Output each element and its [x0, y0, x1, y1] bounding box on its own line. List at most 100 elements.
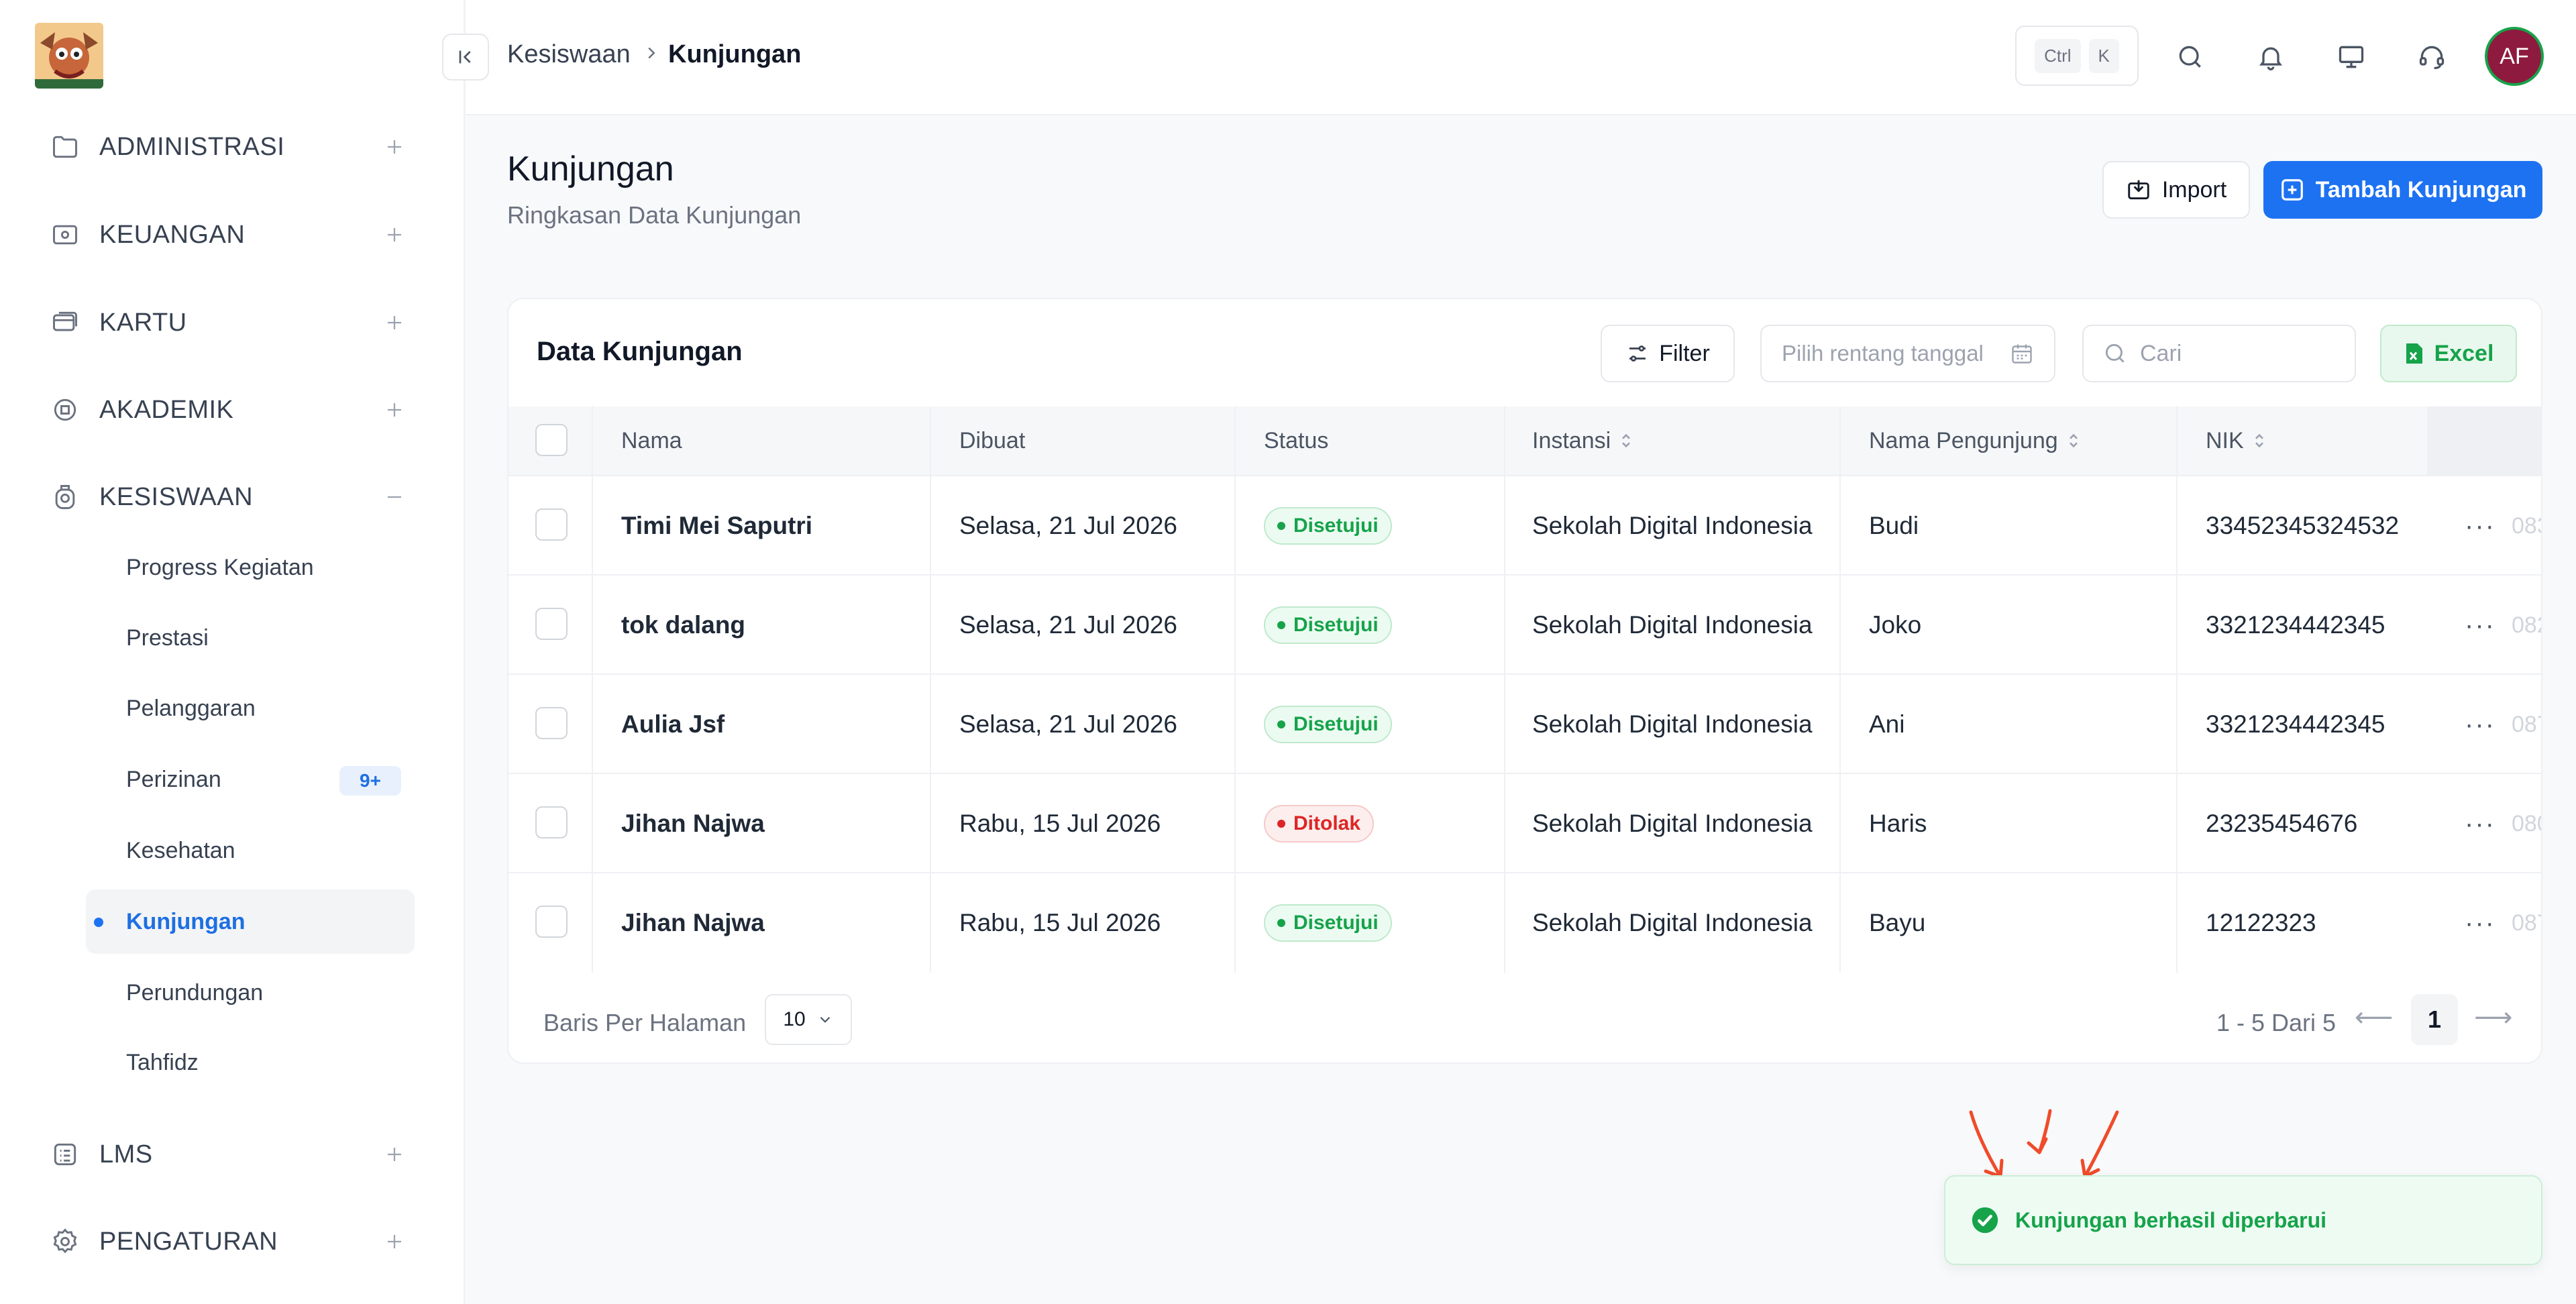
row-actions-more-icon[interactable]: ··· [2465, 774, 2496, 873]
status-label: Ditolak [1293, 812, 1361, 834]
cell-instansi: Sekolah Digital Indonesia [1532, 810, 1813, 837]
select-all-checkbox[interactable] [535, 424, 568, 456]
card-icon [47, 305, 83, 341]
cell-nik: 3321234442345 [2206, 710, 2385, 738]
sidebar-item-label: LMS [99, 1140, 153, 1169]
excel-export-button[interactable]: Excel [2380, 325, 2517, 382]
sort-icon [2069, 433, 2078, 448]
sidebar: ADMINISTRASI KEUANGAN KARTU AKADEMIK KES… [0, 0, 465, 1304]
search-input[interactable]: Cari [2082, 325, 2356, 382]
active-dot-icon [94, 918, 103, 927]
breadcrumb-kesiswaan[interactable]: Kesiswaan [507, 40, 631, 69]
excel-label: Excel [2434, 340, 2494, 366]
sidebar-subitem-pelanggaran[interactable]: Pelanggaran [86, 676, 415, 741]
school-logo[interactable] [35, 23, 103, 89]
search-icon[interactable] [2167, 34, 2214, 80]
table-row[interactable]: Aulia Jsf Selasa, 21 Jul 2026 Disetujui … [508, 673, 2541, 774]
sidebar-item-label: ADMINISTRASI [99, 132, 285, 161]
expand-plus-icon[interactable] [381, 133, 408, 160]
status-label: Disetujui [1293, 713, 1379, 735]
collapse-sidebar-button[interactable] [442, 34, 489, 80]
column-header-nik[interactable]: NIK [2206, 406, 2267, 475]
row-actions-more-icon[interactable]: ··· [2465, 675, 2496, 774]
sidebar-subitem-kunjungan[interactable]: Kunjungan [86, 889, 415, 954]
card-title: Data Kunjungan [537, 337, 743, 366]
sidebar-subitem-label: Progress Kegiatan [126, 554, 314, 580]
sidebar-item-administrasi[interactable]: ADMINISTRASI [40, 117, 416, 177]
import-button[interactable]: Import [2102, 161, 2250, 219]
prev-page-arrow-icon[interactable]: ⟵ [2355, 1002, 2393, 1033]
collapse-minus-icon[interactable] [381, 484, 408, 510]
status-label: Disetujui [1293, 614, 1379, 636]
next-page-arrow-icon[interactable]: ⟶ [2474, 1002, 2512, 1033]
sidebar-subitem-progress-kegiatan[interactable]: Progress Kegiatan [86, 535, 415, 600]
status-badge: Disetujui [1264, 507, 1392, 545]
column-header-instansi[interactable]: Instansi [1532, 406, 1633, 475]
import-label: Import [2161, 176, 2227, 203]
cell-dibuat: Rabu, 15 Jul 2026 [959, 909, 1161, 936]
expand-plus-icon[interactable] [381, 1141, 408, 1168]
filter-button[interactable]: Filter [1601, 325, 1735, 382]
sliders-icon [1629, 345, 1646, 362]
add-kunjungan-button[interactable]: Tambah Kunjungan [2263, 161, 2542, 219]
row-checkbox[interactable] [535, 608, 568, 640]
cell-instansi: Sekolah Digital Indonesia [1532, 710, 1813, 738]
sidebar-subitem-prestasi[interactable]: Prestasi [86, 606, 415, 670]
sidebar-subitem-perizinan[interactable]: Perizinan 9+ [86, 747, 415, 812]
cell-dibuat: Rabu, 15 Jul 2026 [959, 810, 1161, 837]
breadcrumb-kunjungan: Kunjungan [668, 40, 802, 68]
expand-plus-icon[interactable] [381, 396, 408, 423]
rows-per-page-select[interactable]: 10 [765, 994, 852, 1045]
column-header-nama-pengunjung[interactable]: Nama Pengunjung [1869, 406, 2081, 475]
row-actions-more-icon[interactable]: ··· [2465, 476, 2496, 576]
expand-plus-icon[interactable] [381, 1228, 408, 1255]
table-row[interactable]: Jihan Najwa Rabu, 15 Jul 2026 Disetujui … [508, 872, 2541, 973]
date-range-picker[interactable]: Pilih rentang tanggal [1760, 325, 2055, 382]
sidebar-subitem-label: Kesehatan [126, 837, 235, 863]
expand-plus-icon[interactable] [381, 309, 408, 336]
sidebar-subitem-label: Perizinan [126, 766, 221, 792]
bell-icon[interactable] [2247, 34, 2294, 80]
sidebar-subitem-kesehatan[interactable]: Kesehatan [86, 818, 415, 883]
status-dot-icon [1277, 919, 1285, 927]
sort-icon [2255, 433, 2263, 448]
row-checkbox[interactable] [535, 707, 568, 739]
search-icon [2105, 343, 2125, 363]
row-checkbox[interactable] [535, 508, 568, 541]
monitor-icon[interactable] [2328, 34, 2375, 80]
sidebar-subitem-label: Kunjungan [126, 908, 246, 934]
row-actions-more-icon[interactable]: ··· [2465, 576, 2496, 675]
status-dot-icon [1277, 522, 1285, 530]
sidebar-subitem-label: Pelanggaran [126, 695, 256, 721]
sidebar-item-pengaturan[interactable]: PENGATURAN [40, 1211, 416, 1272]
row-actions-more-icon[interactable]: ··· [2465, 873, 2496, 973]
row-checkbox[interactable] [535, 906, 568, 938]
column-header-dibuat: Dibuat [959, 427, 1026, 453]
cell-nama: Jihan Najwa [621, 909, 765, 936]
table-row[interactable]: Jihan Najwa Rabu, 15 Jul 2026 Ditolak Se… [508, 773, 2541, 873]
user-avatar[interactable]: AF [2485, 27, 2544, 86]
sidebar-item-akademik[interactable]: AKADEMIK [40, 380, 416, 440]
sidebar-subitem-tahfidz[interactable]: Tahfidz [86, 1030, 415, 1095]
academic-icon [47, 392, 83, 428]
sidebar-item-label: KESISWAAN [99, 482, 254, 511]
current-page-button[interactable]: 1 [2411, 994, 2458, 1045]
cell-overflow: 087 [2512, 711, 2541, 737]
sticky-column-header [2427, 406, 2541, 475]
expand-plus-icon[interactable] [381, 221, 408, 248]
cell-status: Disetujui [1264, 576, 1392, 675]
sidebar-item-kartu[interactable]: KARTU [40, 292, 416, 353]
cell-instansi: Sekolah Digital Indonesia [1532, 909, 1813, 936]
sidebar-subitem-perundungan[interactable]: Perundungan [86, 961, 415, 1025]
rows-per-page-label: Baris Per Halaman [543, 1009, 747, 1036]
sidebar-item-kesiswaan[interactable]: KESISWAAN [40, 467, 416, 527]
command-shortcut[interactable]: Ctrl K [2015, 25, 2139, 86]
sidebar-item-label: KEUANGAN [99, 220, 246, 249]
table-row[interactable]: tok dalang Selasa, 21 Jul 2026 Disetujui… [508, 574, 2541, 675]
headset-icon[interactable] [2408, 34, 2455, 80]
sidebar-item-keuangan[interactable]: KEUANGAN [40, 205, 416, 265]
sidebar-item-lms[interactable]: LMS [40, 1124, 416, 1185]
cell-nama: tok dalang [621, 611, 746, 639]
table-row[interactable]: Timi Mei Saputri Selasa, 21 Jul 2026 Dis… [508, 475, 2541, 576]
row-checkbox[interactable] [535, 806, 568, 838]
